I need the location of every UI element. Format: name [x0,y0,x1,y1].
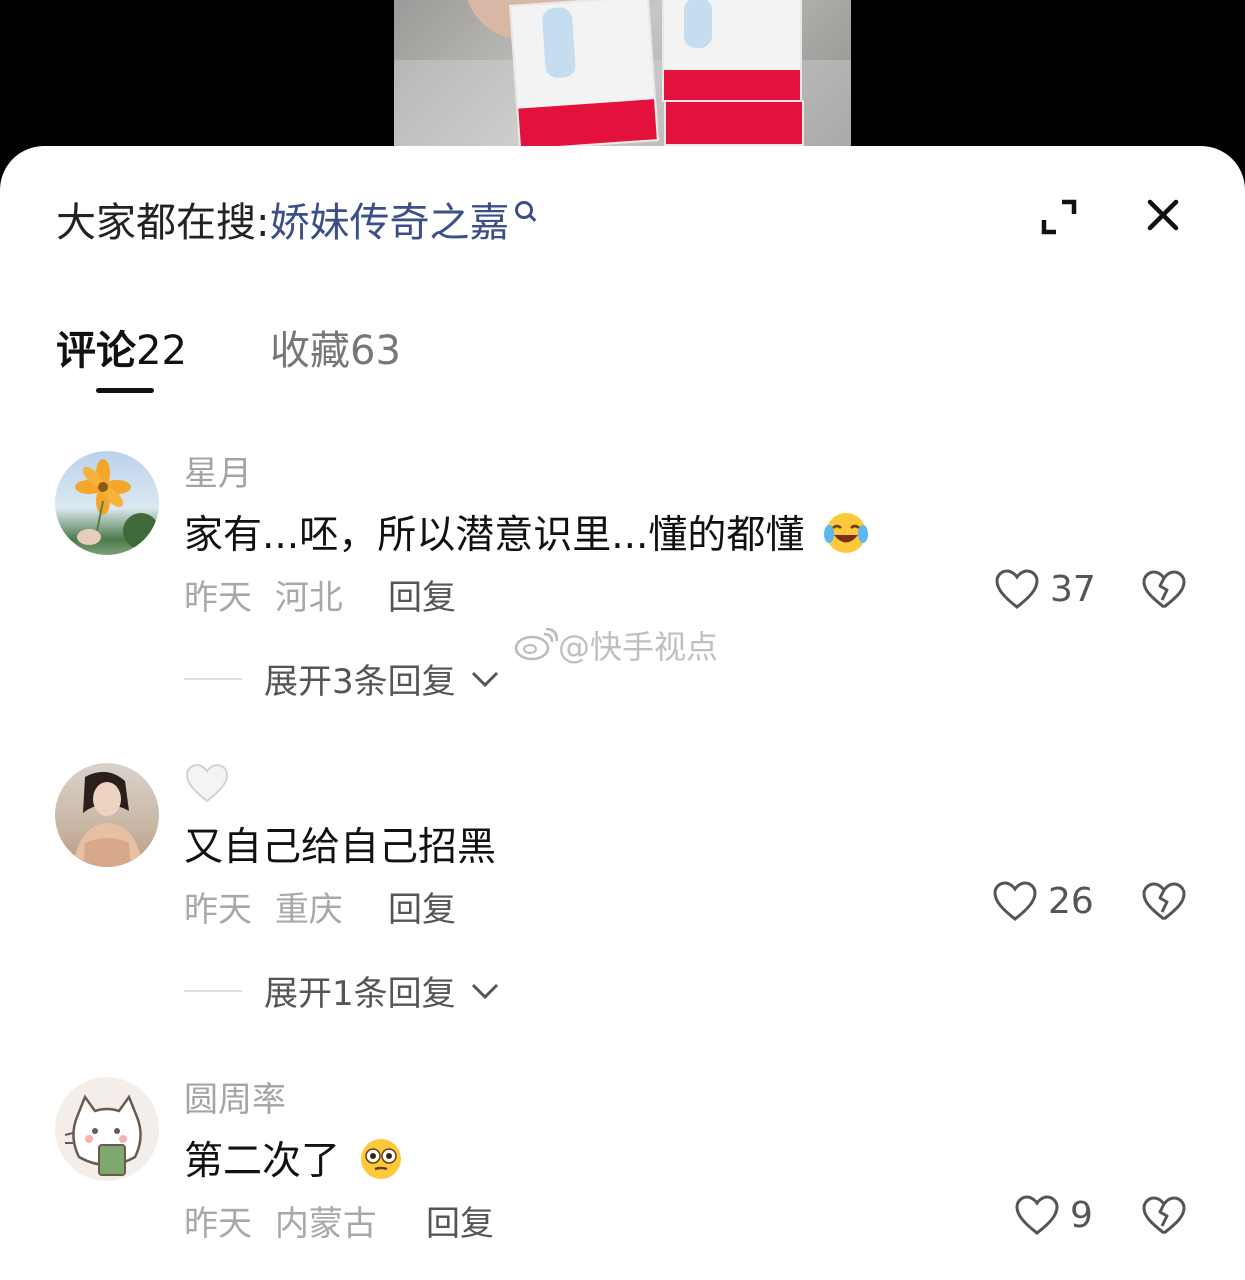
white-heart-icon [185,763,229,803]
like-count: 9 [1070,1194,1093,1236]
avatar[interactable] [55,451,159,555]
avatar[interactable] [55,1077,159,1181]
heart-icon [993,881,1037,921]
comment-username[interactable]: 星月 [184,446,252,495]
chevron-down-icon [471,671,498,687]
weibo-logo-icon [514,628,558,661]
close-icon[interactable] [1146,198,1180,232]
tab-favorites[interactable]: 收藏63 [270,318,401,376]
broken-heart-icon[interactable] [1142,570,1186,610]
expand-replies-button[interactable]: 展开1条回复 [184,966,500,1015]
weibo-watermark: @快手视点 [514,622,718,668]
search-icon [515,201,534,219]
comment-text: 家有...呸，所以潜意识里...懂的都懂 [184,504,869,560]
reply-button[interactable]: 回复 [426,1196,494,1245]
heart-icon [995,569,1039,609]
search-prefix: 大家都在搜: [56,200,270,246]
like-count: 37 [1050,568,1096,610]
comment-text: 又自己给自己招黑 [184,825,497,870]
active-tab-indicator [96,388,154,393]
video-thumbnail[interactable] [394,0,851,146]
expand-replies-button[interactable]: 展开3条回复 [184,654,500,703]
like-button[interactable]: 9 [1014,1194,1093,1236]
comment-username[interactable] [184,762,230,813]
comment-meta: 昨天 重庆 [184,890,343,930]
laughing-tears-emoji-icon [823,510,869,556]
trending-search[interactable]: 大家都在搜: 娇妹传奇之嘉 [56,194,534,246]
avatar[interactable] [55,763,159,867]
broken-heart-icon[interactable] [1142,882,1186,922]
comment-meta: 昨天 河北 [184,578,343,618]
comment-sheet: 大家都在搜: 娇妹传奇之嘉 评论22 收藏63 星月 家有...呸，所以潜意识里… [0,146,1245,1280]
video-background [0,0,1245,150]
comment-meta: 昨天 内蒙古 [184,1204,377,1244]
search-term-link[interactable]: 娇妹传奇之嘉 [269,190,509,248]
reply-button[interactable]: 回复 [388,882,456,931]
reply-button[interactable]: 回复 [388,570,456,619]
tab-comments[interactable]: 评论22 [56,318,187,376]
chevron-down-icon [471,983,498,999]
comment-text: 第二次了 [184,1130,404,1186]
like-count: 26 [1048,880,1094,922]
comment-username[interactable]: 圆周率 [184,1072,286,1121]
like-button[interactable]: 26 [992,880,1094,922]
flushed-emoji-icon [358,1136,404,1182]
expand-icon[interactable] [1040,198,1078,236]
heart-icon [1015,1195,1059,1235]
broken-heart-icon[interactable] [1142,1196,1186,1236]
like-button[interactable]: 37 [994,568,1096,610]
